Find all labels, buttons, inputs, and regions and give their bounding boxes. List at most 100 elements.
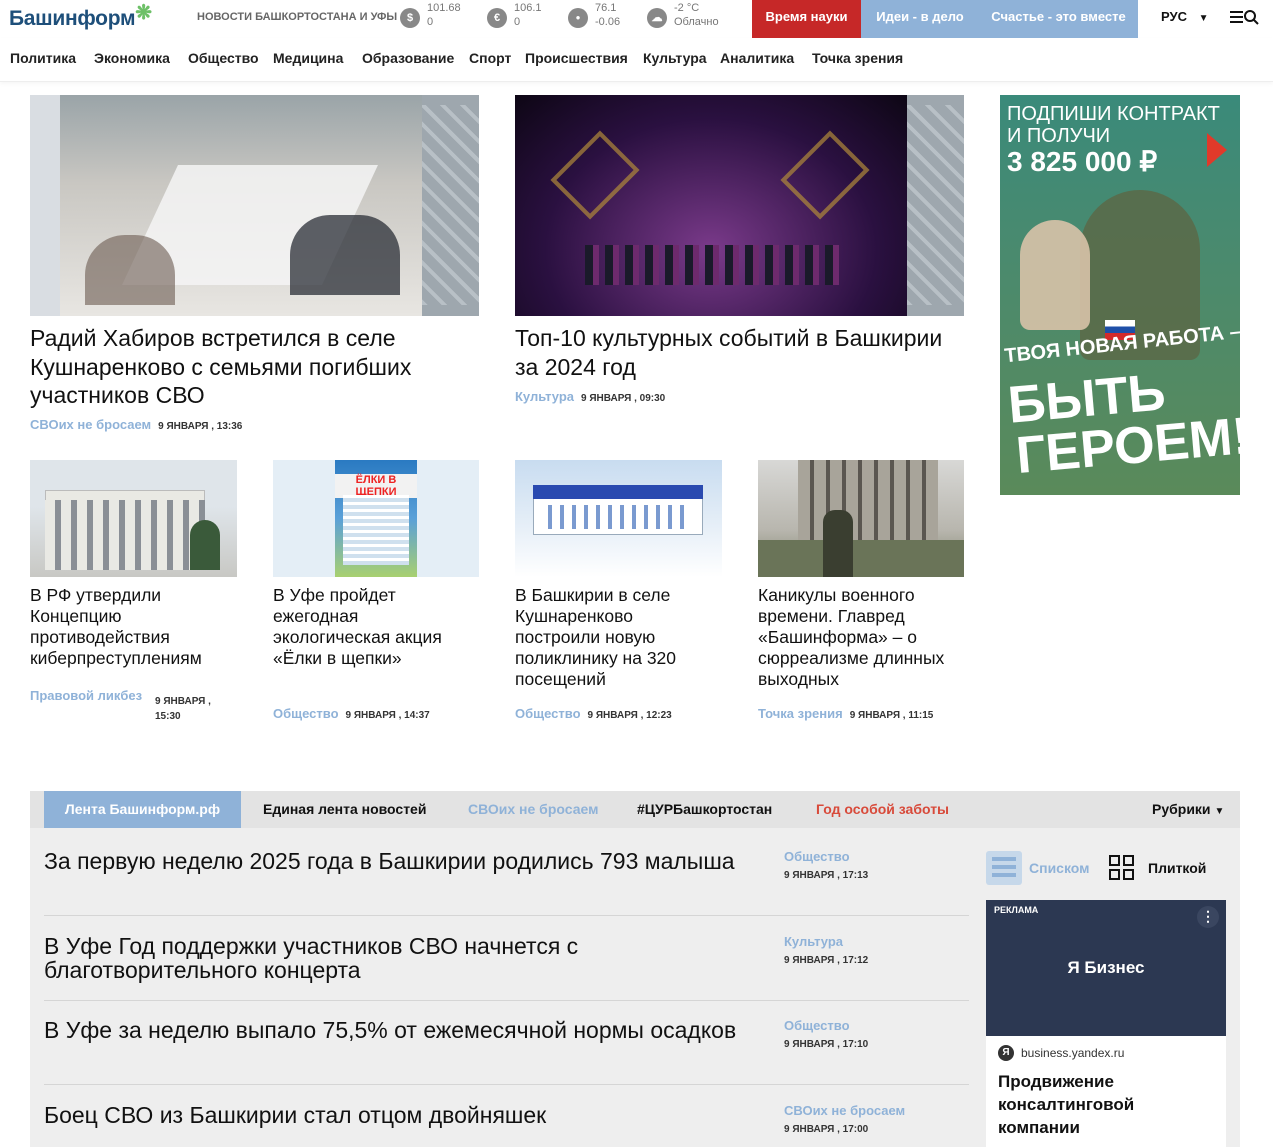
story-category[interactable]: СВОих не бросаем bbox=[30, 417, 151, 432]
rate-delta: -0.06 bbox=[595, 16, 621, 28]
story-meta: СВОих не бросаем 9 ЯНВАРЯ , 13:36 bbox=[30, 417, 242, 432]
tab-tsur[interactable]: #ЦУРБашкортостан bbox=[637, 791, 772, 828]
oil-drop-icon: ● bbox=[568, 8, 588, 28]
site-logo[interactable]: Башинформ❋ bbox=[9, 2, 152, 31]
happiness-button[interactable]: Счастье - это вместе bbox=[979, 0, 1138, 38]
list-view-label[interactable]: Списком bbox=[1029, 860, 1090, 876]
nav-item-incidents[interactable]: Происшествия bbox=[525, 50, 628, 66]
story-date: 9 ЯНВАРЯ , 12:23 bbox=[587, 710, 672, 721]
more-options-icon[interactable]: ⋮ bbox=[1197, 906, 1219, 928]
feed-item-title[interactable]: За первую неделю 2025 года в Башкирии ро… bbox=[44, 849, 744, 873]
science-time-button[interactable]: Время науки bbox=[752, 0, 861, 38]
nav-item-analytics[interactable]: Аналитика bbox=[720, 50, 794, 66]
nav-item-medicine[interactable]: Медицина bbox=[273, 50, 343, 66]
story-meta: Правовой ликбез bbox=[30, 688, 145, 703]
ad-title[interactable]: Продвижение консалтинговой компании bbox=[998, 1070, 1218, 1139]
banner-line2: И ПОЛУЧИ bbox=[1007, 125, 1111, 147]
feed-item-category[interactable]: Общество bbox=[784, 849, 850, 864]
news-label[interactable]: НОВОСТИ БАШКОРТОСТАНА И УФЫ bbox=[197, 11, 397, 23]
story-category[interactable]: Правовой ликбез bbox=[30, 688, 142, 703]
story-date: 9 ЯНВАРЯ , 14:37 bbox=[345, 710, 430, 721]
yandex-ad[interactable]: РЕКЛАМА ⋮ Я Бизнес Я business.yandex.ru … bbox=[986, 900, 1226, 1147]
story-title[interactable]: Радий Хабиров встретился в селе Кушнарен… bbox=[30, 324, 480, 410]
feed-item-title[interactable]: В Уфе Год поддержки участников СВО начне… bbox=[44, 934, 744, 982]
story-image[interactable] bbox=[515, 460, 722, 577]
banner-line1: ПОДПИШИ КОНТРАКТ bbox=[1007, 103, 1220, 125]
menu-search-icon[interactable] bbox=[1230, 8, 1260, 31]
story-category[interactable]: Точка зрения bbox=[758, 706, 843, 721]
main-nav: Политика Экономика Общество Медицина Обр… bbox=[0, 38, 1273, 82]
story-category[interactable]: Общество bbox=[515, 706, 581, 721]
ad-brand: Я Бизнес bbox=[1067, 958, 1145, 977]
story-image[interactable] bbox=[30, 95, 479, 316]
story-title[interactable]: В РФ утвердили Концепцию противодействия… bbox=[30, 585, 237, 669]
tab-bashinform-feed[interactable]: Лента Башинформ.рф bbox=[44, 791, 241, 828]
rate-value: 101.68 bbox=[427, 2, 461, 14]
feed-item[interactable]: За первую неделю 2025 года в Башкирии ро… bbox=[44, 849, 969, 916]
story-title[interactable]: В Уфе пройдет ежегодная экологическая ак… bbox=[273, 585, 480, 669]
story-date: 9 ЯНВАРЯ , 11:15 bbox=[849, 710, 934, 721]
feed-item-category[interactable]: СВОих не бросаем bbox=[784, 1103, 905, 1118]
story-date: 9 ЯНВАРЯ , 15:30 bbox=[155, 696, 211, 722]
nav-item-politics[interactable]: Политика bbox=[10, 50, 76, 66]
tile-view-icon[interactable] bbox=[1109, 855, 1135, 881]
cloud-icon: ☁ bbox=[647, 8, 667, 28]
feed-item-title[interactable]: В Уфе за неделю выпало 75,5% от ежемесяч… bbox=[44, 1018, 744, 1042]
ad-domain[interactable]: business.yandex.ru bbox=[1021, 1046, 1124, 1060]
rubrics-dropdown[interactable]: Рубрики ▼ bbox=[1152, 791, 1224, 828]
contract-banner[interactable]: ПОДПИШИ КОНТРАКТ И ПОЛУЧИ 3 825 000 ₽ ТВ… bbox=[1000, 95, 1240, 495]
feed-item[interactable]: В Уфе за неделю выпало 75,5% от ежемесяч… bbox=[44, 1018, 969, 1085]
story-meta: Общество 9 ЯНВАРЯ , 14:37 bbox=[273, 706, 430, 721]
tab-unified-feed[interactable]: Единая лента новостей bbox=[263, 791, 426, 828]
story-image[interactable] bbox=[515, 95, 964, 316]
tab-svo[interactable]: СВОих не бросаем bbox=[468, 791, 598, 828]
story-image[interactable] bbox=[758, 460, 964, 577]
feed-item[interactable]: Боец СВО из Башкирии стал отцом двойняше… bbox=[44, 1103, 969, 1147]
weather-desc: Облачно bbox=[674, 16, 719, 28]
story-category[interactable]: Общество bbox=[273, 706, 339, 721]
feed-tabs: Лента Башинформ.рф Единая лента новостей… bbox=[30, 791, 1240, 828]
nav-item-opinion[interactable]: Точка зрения bbox=[812, 50, 903, 66]
story-title[interactable]: В Башкирии в селе Кушнаренково построили… bbox=[515, 585, 722, 690]
story-meta-date: 9 ЯНВАРЯ , 15:30 bbox=[155, 694, 235, 724]
ideas-button[interactable]: Идеи - в дело bbox=[861, 0, 979, 38]
chevron-down-icon: ▼ bbox=[1214, 806, 1225, 817]
feed-item-date: 9 ЯНВАРЯ , 17:10 bbox=[784, 1039, 869, 1050]
nav-item-society[interactable]: Общество bbox=[188, 50, 259, 66]
nav-item-economy[interactable]: Экономика bbox=[94, 50, 170, 66]
feed-item-date: 9 ЯНВАРЯ , 17:00 bbox=[784, 1124, 869, 1135]
nav-item-culture[interactable]: Культура bbox=[643, 50, 707, 66]
logo-star-icon: ❋ bbox=[135, 2, 152, 24]
tile-view-label[interactable]: Плиткой bbox=[1148, 860, 1206, 876]
rate-delta: 0 bbox=[514, 16, 521, 28]
nav-item-education[interactable]: Образование bbox=[362, 50, 454, 66]
feed-item-category[interactable]: Общество bbox=[784, 1018, 850, 1033]
dollar-icon: $ bbox=[400, 8, 420, 28]
story-meta: Общество 9 ЯНВАРЯ , 12:23 bbox=[515, 706, 672, 721]
story-title[interactable]: Каникулы военного времени. Главред «Баши… bbox=[758, 585, 965, 690]
nav-item-sport[interactable]: Спорт bbox=[469, 50, 511, 66]
ad-label: РЕКЛАМА bbox=[994, 905, 1039, 915]
story-date: 9 ЯНВАРЯ , 09:30 bbox=[581, 393, 666, 404]
story-image[interactable]: ЁЛКИ В ЩЕПКИ bbox=[273, 460, 479, 577]
story-meta: Культура 9 ЯНВАРЯ , 09:30 bbox=[515, 389, 665, 404]
language-select[interactable]: РУС ▼ bbox=[1161, 9, 1209, 24]
chevron-down-icon: ▼ bbox=[1198, 13, 1209, 24]
hamburger-search-icon bbox=[1230, 10, 1259, 25]
feed-item-date: 9 ЯНВАРЯ , 17:13 bbox=[784, 870, 869, 881]
feed-item-title[interactable]: Боец СВО из Башкирии стал отцом двойняше… bbox=[44, 1103, 744, 1127]
arrow-right-icon bbox=[1207, 133, 1227, 167]
rate-value: 76.1 bbox=[595, 2, 617, 14]
list-view-icon[interactable] bbox=[986, 851, 1022, 885]
tab-care-year[interactable]: Год особой заботы bbox=[816, 791, 949, 828]
feed-item-category[interactable]: Культура bbox=[784, 934, 843, 949]
story-category[interactable]: Культура bbox=[515, 389, 574, 404]
weather-temp: -2 °C bbox=[674, 2, 700, 14]
top-bar: Башинформ❋ НОВОСТИ БАШКОРТОСТАНА И УФЫ $… bbox=[0, 0, 1273, 38]
story-image[interactable] bbox=[30, 460, 237, 577]
feed-item[interactable]: В Уфе Год поддержки участников СВО начне… bbox=[44, 934, 969, 1001]
story-title[interactable]: Топ-10 культурных событий в Башкирии за … bbox=[515, 324, 965, 381]
yandex-icon: Я bbox=[998, 1045, 1014, 1061]
rate-delta: 0 bbox=[427, 16, 434, 28]
story-meta: Точка зрения 9 ЯНВАРЯ , 11:15 bbox=[758, 706, 933, 721]
